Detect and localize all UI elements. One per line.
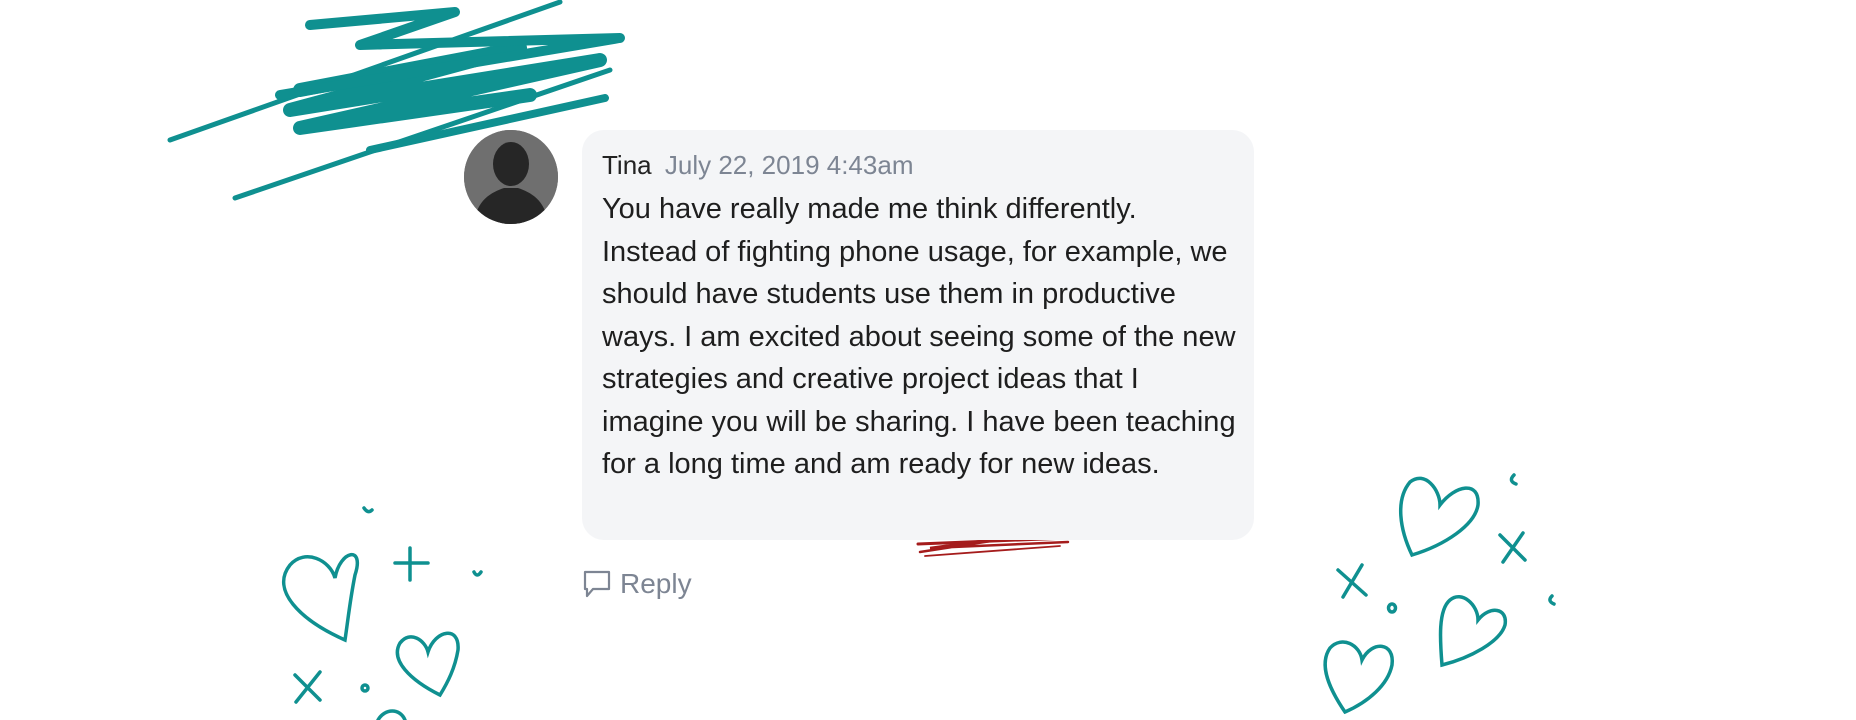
comment-bubble: Tina July 22, 2019 4:43am You have reall… [582,130,1254,540]
teal-hearts-doodle-right [1323,473,1556,715]
teal-hearts-doodle-left [282,506,483,720]
user-silhouette-icon [464,130,558,224]
comment-meta: Tina July 22, 2019 4:43am [602,148,1234,182]
avatar [464,130,558,224]
comment-timestamp: July 22, 2019 4:43am [664,150,914,180]
speech-bubble-icon [583,570,611,598]
author-name[interactable]: Tina [602,150,652,180]
comment-message: You have really made me think differentl… [602,193,1236,480]
reply-label: Reply [620,568,692,599]
reply-button[interactable]: Reply [582,568,692,600]
